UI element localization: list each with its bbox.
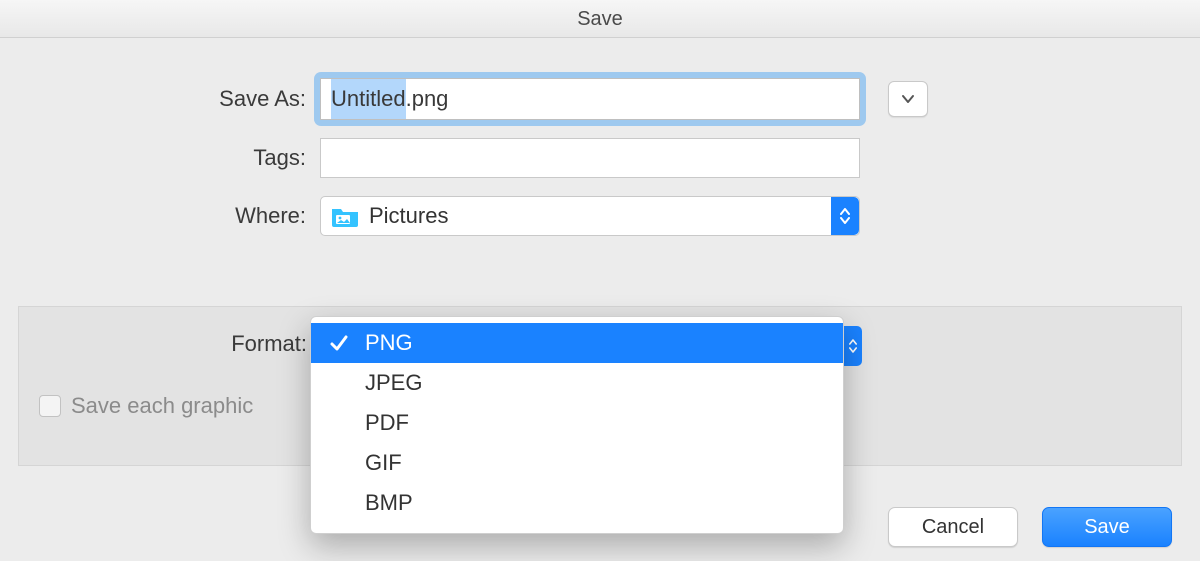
- save-button[interactable]: Save: [1042, 507, 1172, 547]
- format-option-png[interactable]: PNG: [311, 323, 843, 363]
- filename-selected-text: Untitled: [331, 79, 406, 119]
- chevron-up-icon: [849, 339, 857, 345]
- label-save-as: Save As:: [0, 86, 320, 112]
- format-option-gif[interactable]: GIF: [311, 443, 843, 483]
- row-tags: Tags:: [0, 138, 1200, 178]
- format-option-label: PNG: [365, 330, 413, 356]
- chevron-up-icon: [840, 208, 850, 215]
- checkmark-icon: [329, 333, 349, 353]
- save-each-graphic-label: Save each graphic: [71, 393, 253, 419]
- format-dropdown-menu: PNG JPEG PDF GIF BMP: [310, 316, 844, 534]
- format-option-label: PDF: [365, 410, 409, 436]
- dialog-actions: Cancel Save: [888, 507, 1172, 547]
- label-tags: Tags:: [0, 145, 320, 171]
- label-where: Where:: [0, 203, 320, 229]
- save-dialog-form: Save As: Untitled.png Tags: Where:: [0, 38, 1200, 236]
- where-folder-name: Pictures: [369, 203, 448, 229]
- label-format: Format:: [19, 331, 321, 357]
- format-option-label: BMP: [365, 490, 413, 516]
- format-option-bmp[interactable]: BMP: [311, 483, 843, 523]
- format-option-jpeg[interactable]: JPEG: [311, 363, 843, 403]
- format-option-label: GIF: [365, 450, 402, 476]
- row-save-as: Save As: Untitled.png: [0, 78, 1200, 120]
- format-stepper[interactable]: [844, 326, 862, 366]
- tags-input[interactable]: [320, 138, 860, 178]
- chevron-down-icon: [901, 92, 915, 106]
- cancel-button[interactable]: Cancel: [888, 507, 1018, 547]
- pictures-folder-icon: [331, 205, 359, 227]
- where-select[interactable]: Pictures: [320, 196, 860, 236]
- expand-dialog-button[interactable]: [888, 81, 928, 117]
- save-each-graphic-row: Save each graphic: [39, 393, 253, 419]
- filename-rest-text: .png: [406, 79, 449, 119]
- where-stepper[interactable]: [831, 197, 859, 235]
- row-where: Where: Pictures: [0, 196, 1200, 236]
- filename-input-inner[interactable]: Untitled.png: [320, 78, 860, 120]
- save-button-label: Save: [1084, 516, 1130, 539]
- cancel-button-label: Cancel: [922, 516, 984, 539]
- format-option-pdf[interactable]: PDF: [311, 403, 843, 443]
- save-each-graphic-checkbox[interactable]: [39, 395, 61, 417]
- format-option-label: JPEG: [365, 370, 422, 396]
- window-title: Save: [577, 8, 623, 30]
- chevron-down-icon: [849, 347, 857, 353]
- chevron-down-icon: [840, 217, 850, 224]
- window-titlebar: Save: [0, 0, 1200, 38]
- filename-input[interactable]: Untitled.png: [320, 78, 860, 120]
